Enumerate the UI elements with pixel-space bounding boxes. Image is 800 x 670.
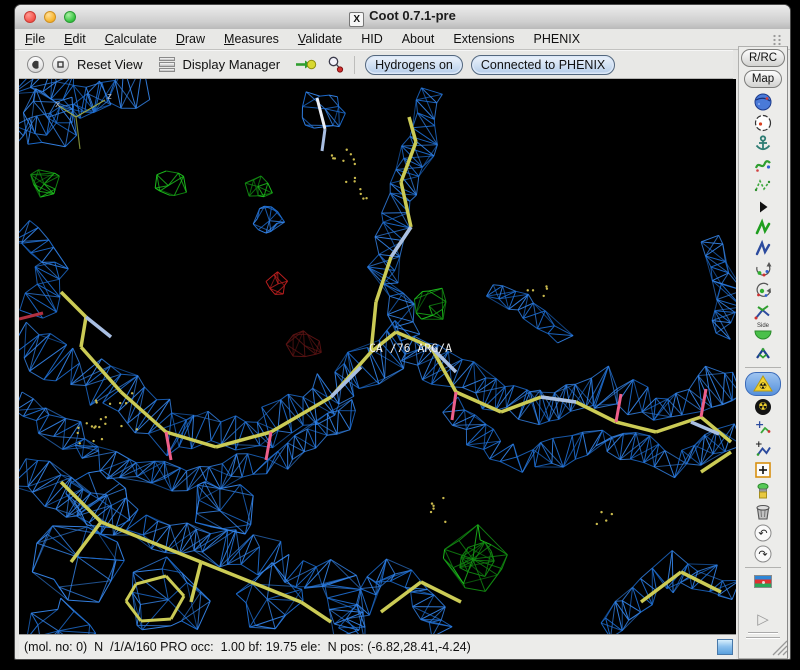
simple-mutate-icon[interactable]: ☢ bbox=[746, 397, 780, 417]
nav-center-button[interactable] bbox=[52, 56, 69, 73]
edit-chi-angles-icon[interactable]: Side bbox=[746, 323, 780, 343]
reset-view-button[interactable]: Reset View bbox=[77, 57, 143, 72]
toolbar-expand-icon[interactable]: ▷ bbox=[746, 610, 780, 630]
display-manager-button[interactable]: Display Manager bbox=[183, 57, 281, 72]
toolbar-separator bbox=[354, 55, 356, 74]
toolbar-separator bbox=[745, 567, 781, 568]
fragment-fit-icon[interactable] bbox=[746, 176, 780, 196]
window-title: X Coot 0.7.1-pre bbox=[15, 8, 790, 27]
flip-sidechain-icon[interactable] bbox=[746, 344, 780, 364]
status-scale-box[interactable] bbox=[717, 639, 733, 655]
display-manager-icon bbox=[158, 57, 175, 72]
more-tools-icon[interactable] bbox=[746, 197, 780, 217]
menu-file[interactable]: File bbox=[25, 32, 45, 46]
menu-bar: File Edit Calculate Draw Measures Valida… bbox=[15, 29, 790, 50]
rotate-translate-zone-icon[interactable] bbox=[746, 260, 780, 280]
undo-icon[interactable]: ↶ bbox=[746, 523, 780, 543]
svg-text:☢: ☢ bbox=[759, 382, 767, 392]
mask-paint-icon[interactable] bbox=[746, 481, 780, 501]
auto-fit-rotamer-icon[interactable] bbox=[746, 302, 780, 322]
hydrogens-toggle-button[interactable]: Hydrogens on bbox=[365, 54, 463, 75]
globe-icon[interactable] bbox=[746, 92, 780, 112]
menu-edit[interactable]: Edit bbox=[64, 32, 86, 46]
axis-z-label: z bbox=[107, 92, 112, 102]
status-text: (mol. no: 0) N /1/A/160 PRO occ: 1.00 bf… bbox=[24, 640, 471, 654]
title-bar[interactable]: X Coot 0.7.1-pre bbox=[15, 5, 790, 30]
rigid-body-fit-icon[interactable] bbox=[746, 155, 780, 175]
menu-validate[interactable]: Validate bbox=[298, 32, 342, 46]
radiation-triangle-icon: ☢ bbox=[753, 375, 773, 392]
add-alt-conf-icon[interactable]: + bbox=[746, 439, 780, 459]
rotate-sphere-icon[interactable] bbox=[746, 281, 780, 301]
real-space-refine-icon[interactable] bbox=[746, 217, 780, 238]
x11-icon: X bbox=[349, 11, 365, 27]
resize-grip-icon[interactable] bbox=[743, 640, 787, 656]
phenix-connection-button[interactable]: Connected to PHENIX bbox=[470, 54, 616, 75]
redo-icon[interactable]: ↷ bbox=[746, 544, 780, 564]
panel-grip[interactable] bbox=[748, 632, 778, 634]
center-atom-label: CA /76 ARG/A bbox=[369, 341, 453, 355]
anchor-fix-atoms-icon[interactable] bbox=[746, 134, 780, 154]
graphics-viewport[interactable]: CA /76 ARG/A x z bbox=[19, 79, 736, 634]
nav-back-button[interactable] bbox=[27, 56, 44, 73]
density-mesh-art bbox=[19, 79, 736, 634]
recentre-target-icon[interactable] bbox=[746, 113, 780, 133]
modelling-toolbar: R/RC Map Side ☢ ☢ + + ↶ ↷ ▷ bbox=[738, 46, 788, 659]
axis-x-label: x bbox=[55, 100, 61, 110]
svg-text:+: + bbox=[755, 418, 764, 431]
svg-text:↶: ↶ bbox=[758, 527, 767, 540]
menu-hid[interactable]: HID bbox=[361, 32, 383, 46]
menu-calculate[interactable]: Calculate bbox=[105, 32, 157, 46]
square-icon bbox=[57, 61, 64, 68]
smiles-molecule-icon[interactable] bbox=[326, 55, 344, 74]
menu-extensions[interactable]: Extensions bbox=[453, 32, 514, 46]
status-bar: (mol. no: 0) N /1/A/160 PRO occ: 1.00 bf… bbox=[19, 634, 736, 659]
run-refmac-flag-icon[interactable] bbox=[746, 572, 780, 592]
rrc-button[interactable]: R/RC bbox=[740, 49, 786, 67]
coot-window: X Coot 0.7.1-pre File Edit Calculate Draw… bbox=[14, 4, 791, 660]
map-button[interactable]: Map bbox=[743, 70, 783, 88]
menu-about[interactable]: About bbox=[402, 32, 435, 46]
menu-draw[interactable]: Draw bbox=[176, 32, 205, 46]
panel-grip[interactable] bbox=[746, 637, 780, 639]
arc-back-icon bbox=[32, 60, 39, 69]
menu-phenix[interactable]: PHENIX bbox=[534, 32, 581, 46]
main-toolbar: Reset View Display Manager Hydrogens on … bbox=[19, 50, 733, 79]
add-terminal-residue-icon[interactable]: + bbox=[746, 418, 780, 438]
mutate-autofit-button[interactable]: ☢ bbox=[745, 371, 781, 396]
go-to-ligand-icon[interactable] bbox=[294, 56, 318, 73]
delete-item-icon[interactable] bbox=[746, 502, 780, 522]
place-atom-pointer-icon[interactable] bbox=[746, 460, 780, 480]
menu-grip[interactable] bbox=[772, 34, 782, 46]
toolbar-separator bbox=[745, 367, 781, 368]
menu-measures[interactable]: Measures bbox=[224, 32, 279, 46]
regularize-zone-icon[interactable] bbox=[746, 239, 780, 259]
svg-text:↷: ↷ bbox=[758, 548, 767, 561]
